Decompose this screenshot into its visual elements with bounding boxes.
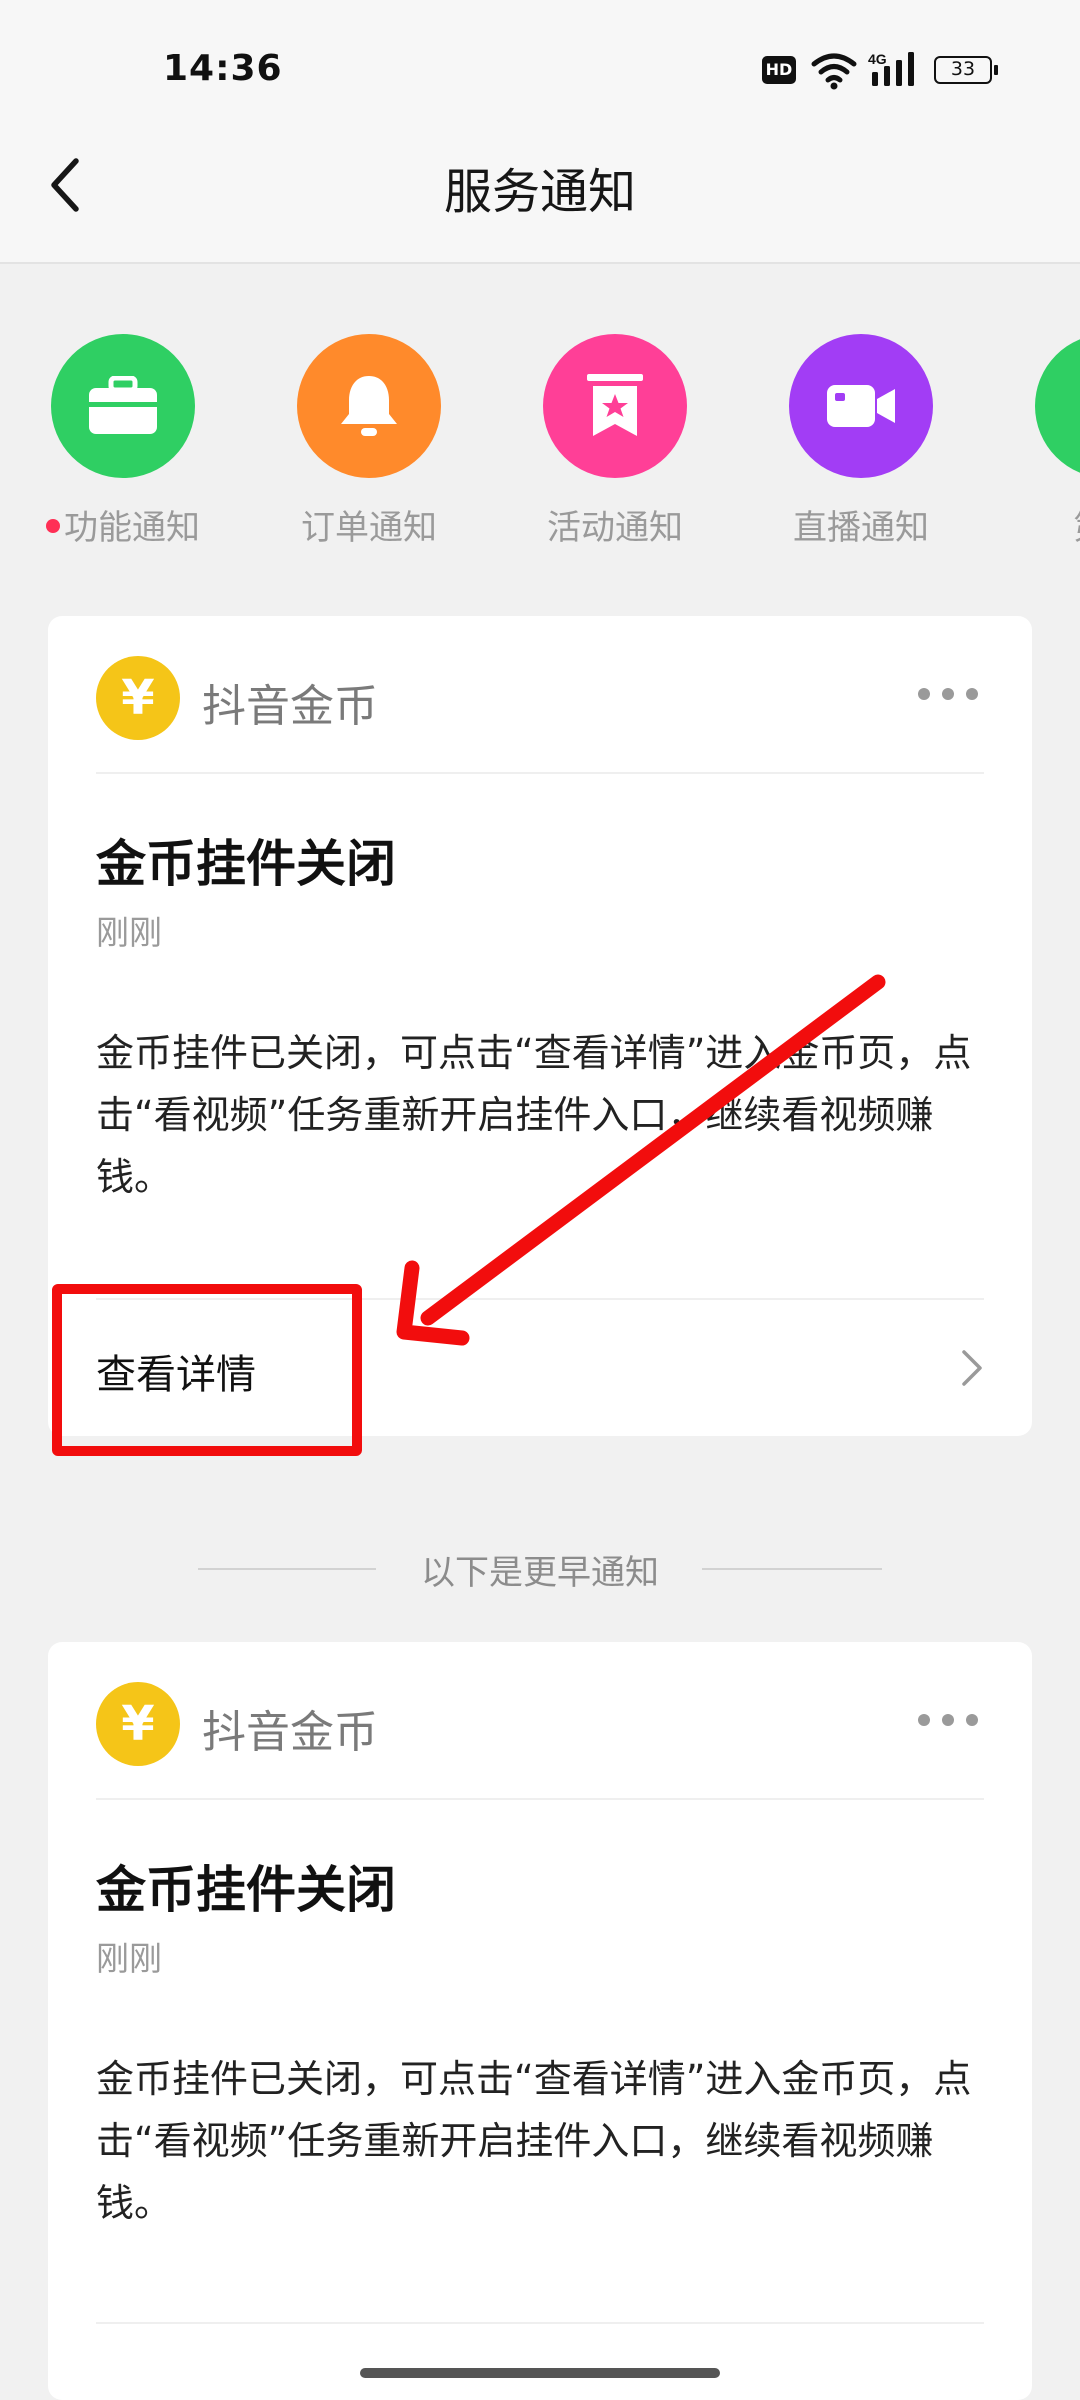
notification-card: ¥ 抖音金币 金币挂件关闭 刚刚 金币挂件已关闭，可点击“查看详情”进入金币页，… xyxy=(48,1642,1032,2400)
tab-activity-notice[interactable]: 活动通知 xyxy=(515,334,715,549)
category-label: 活动通知 xyxy=(547,508,683,548)
divider-line xyxy=(702,1568,882,1570)
notification-body: 金币挂件已关闭，可点击“查看详情”进入金币页，点击“看视频”任务重新开启挂件入口… xyxy=(96,1031,972,1199)
bookmark-star-icon xyxy=(587,374,643,436)
divider xyxy=(96,2322,984,2324)
video-camera-icon xyxy=(827,385,895,427)
category-icon-bg xyxy=(1035,334,1080,478)
tab-order-notice[interactable]: 订单通知 xyxy=(269,334,469,549)
category-label: 直播通知 xyxy=(793,508,929,548)
page-title: 服务通知 xyxy=(443,164,636,220)
highlight-box xyxy=(52,1284,362,1456)
category-icon-bg xyxy=(543,334,687,478)
bell-icon xyxy=(341,376,397,436)
briefcase-icon xyxy=(89,376,157,434)
notification-title: 金币挂件关闭 xyxy=(96,1861,396,1919)
source-name: 抖音金币 xyxy=(202,681,378,732)
category-label: 订单通知 xyxy=(301,508,437,548)
tab-live-notice[interactable]: 直播通知 xyxy=(761,334,961,549)
notification-body: 金币挂件已关闭，可点击“查看详情”进入金币页，点击“看视频”任务重新开启挂件入口… xyxy=(96,2057,972,2225)
tab-third-party-notice[interactable]: 第三 xyxy=(1007,334,1080,549)
earlier-notifications-divider: 以下是更早通知 xyxy=(0,1545,1080,1595)
category-icon-bg xyxy=(789,334,933,478)
earlier-notifications-label: 以下是更早通知 xyxy=(421,1553,659,1593)
notification-title: 金币挂件关闭 xyxy=(96,835,396,893)
divider xyxy=(96,1798,984,1800)
more-options-icon[interactable] xyxy=(916,684,980,704)
notification-time: 刚刚 xyxy=(96,1939,162,1978)
category-tabs: 功能通知 订单通知 活动通知 直播通知 xyxy=(0,334,1080,554)
coin-icon: ¥ xyxy=(96,656,180,740)
network-type-label: 4G xyxy=(868,51,887,67)
signal-icon: 4G xyxy=(868,51,914,86)
source-name: 抖音金币 xyxy=(202,1707,378,1758)
notification-time: 刚刚 xyxy=(96,913,162,952)
battery-icon: 33 xyxy=(934,56,998,84)
unread-dot xyxy=(46,518,60,533)
more-options-icon[interactable] xyxy=(916,1710,980,1730)
tab-function-notice[interactable]: 功能通知 xyxy=(23,334,223,549)
home-indicator[interactable] xyxy=(360,2368,720,2378)
category-icon-bg xyxy=(51,334,195,478)
coin-icon: ¥ xyxy=(96,1682,180,1766)
hd-icon: HD xyxy=(762,56,796,84)
wifi-icon xyxy=(811,53,857,90)
category-icon-bg xyxy=(297,334,441,478)
divider xyxy=(96,772,984,774)
category-label: 功能通知 xyxy=(23,500,223,549)
chevron-right-icon xyxy=(962,1350,982,1386)
status-bar: 14:36 HD 4G 33 xyxy=(0,0,1080,140)
status-time: 14:36 xyxy=(163,48,283,89)
category-label: 第三 xyxy=(1007,500,1080,549)
